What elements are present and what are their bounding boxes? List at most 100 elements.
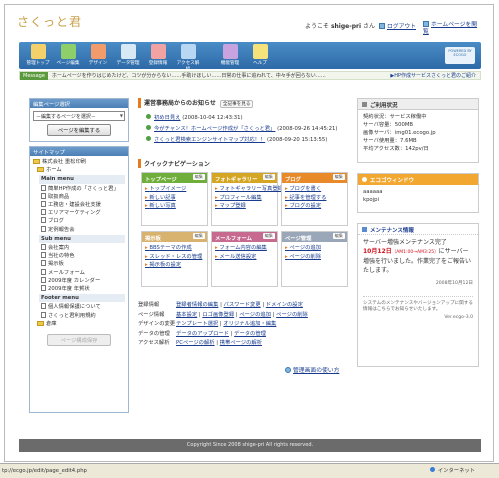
qnav-edit-button[interactable]: 編集 [332,233,345,239]
qnav-edit-button[interactable]: 編集 [262,174,275,180]
message-label: Message [20,72,48,80]
qnav-link[interactable]: 新しい記事 [145,194,204,203]
menu-access[interactable]: アクセス解析 [175,44,201,72]
settings-link[interactable]: パスワード変更 [224,302,261,308]
settings-link[interactable]: ページの削除 [276,312,308,318]
qnav-link[interactable]: プロフィール編集 [215,194,274,203]
settings-link[interactable]: 登録者情報の編集 [176,302,218,308]
tree-page-item[interactable]: 取扱商品 [33,192,125,201]
notice-item[interactable]: 今がチャンス！ホームページ作成が「さくっと君」 (2008-09-26 14:4… [146,124,337,132]
qnav-edit-button[interactable]: 編集 [192,174,205,180]
tree-page-item[interactable]: エリアマーケティング [33,209,125,217]
menu-page-edit[interactable]: ページ編集 [55,44,81,66]
logout-icon [379,23,385,29]
contract-line: 契約状況：サービス稼働中 [363,114,427,120]
settings-link[interactable]: ページの追加 [239,312,271,318]
menu-data[interactable]: データ管理 [115,44,141,66]
home-node[interactable]: ホーム [33,166,125,174]
page-icon [41,217,46,224]
logout-link[interactable]: ログアウト [379,21,416,30]
qnav-link[interactable]: ブログを書く [285,185,344,194]
settings-link[interactable]: オリジナル追加・編集 [223,321,276,327]
settings-link[interactable]: 携帯ページの解析 [220,340,262,346]
tree-page-item[interactable]: 会社案内 [33,244,125,252]
qnav-link[interactable]: ページの追加 [285,244,344,253]
tree-page-item[interactable]: メールフォーム [33,268,125,277]
tree-page-item[interactable]: ブログ [33,217,125,225]
settings-link[interactable]: データの管理 [234,331,266,337]
settings-link[interactable]: データのアップロード [176,331,229,337]
qnav-header: フォトギャラリー 編集 [212,173,277,183]
notices-all-link[interactable]: 全記事を見る [219,100,254,108]
page-icon [41,201,46,208]
qnav-link[interactable]: 記事を管理する [285,194,344,203]
menu-registration[interactable]: 登録情報 [145,44,171,66]
tree-page-item[interactable]: 掲示板 [33,260,125,268]
folder-icon [33,159,40,164]
qnav-link[interactable]: メール送信設定 [215,253,274,262]
save-structure-button[interactable]: ページ構成保存 [47,334,111,347]
settings-link[interactable]: PCページの解析 [176,340,215,346]
tree-page-item[interactable]: 2009年度 年賀状 [33,285,125,293]
folder-icon [37,167,44,173]
tree-page-item[interactable]: 簡単HP作成の「さくっと君」 [33,184,125,193]
page-select[interactable]: －編集するページを選択－ [33,111,125,121]
qnav-link[interactable]: スレッド・レスの管理 [145,253,204,262]
menu-dashboard[interactable]: 管理トップ [25,44,51,66]
qnav-link[interactable]: トップイメージ [145,185,204,194]
qnav-edit-button[interactable]: 編集 [192,233,205,239]
page-icon [41,268,46,275]
message-text: ホームページを作りはじめたけど、コツが分からない……手助けほしい……日常の仕事に… [51,73,326,79]
menu-functions[interactable]: 機能管理 [217,44,243,66]
browser-status-bar: tp://ecgo.jp/edit/page_edit4.php インターネット [0,463,499,478]
browser-page: さくっと君 ようこそ shige-pri さん ログアウト ホームページを閲覧 … [4,4,494,462]
qnav-link[interactable]: BBSテーマの作成 [145,244,204,253]
qnav-top-page: トップページ編集 トップイメージ新しい記事新しい写真 [141,172,208,226]
tree-page-item[interactable]: さくっと君利用規約 [33,311,125,320]
page-icon [41,252,46,259]
help-icon [252,44,268,59]
settings-link[interactable]: ドメインの設定 [266,302,303,308]
edit-select-panel: 編集ページ選択 －編集するページを選択－ ページを編集する [29,98,129,142]
notice-item[interactable]: 初め日見え (2008-10-04 12:43:31) [146,113,243,121]
registration-icon [150,44,166,59]
help-usage-link[interactable]: 管理画面の使い方 [285,365,339,374]
settings-link[interactable]: ロゴ画像登録 [202,312,234,318]
settings-link[interactable]: 基本設定 [176,312,197,318]
edit-page-button[interactable]: ページを編集する [47,124,111,136]
qnav-link[interactable]: 掲示板の設定 [145,261,204,270]
message-more-link[interactable]: ▶HP作成サービスさくっと君のご紹介 [390,72,476,80]
notice-item[interactable]: さくっと君検索エンジンサイトマップ対応！！ (2008-09-20 15:13:… [146,135,327,143]
view-homepage-link[interactable]: ホームページを閲覧 [423,21,479,36]
menu-help[interactable]: ヘルプ [247,44,273,66]
sitemap-panel: サイトマップ 株式会社 重松印刷 ホーム Main menu 簡単HP作成の「さ… [29,146,129,413]
dashboard-icon [30,44,46,59]
qnav-link[interactable]: ページの削除 [285,253,344,262]
qnav-photo-gallery: フォトギャラリー編集 フォトギャラリー写真登録プロフィール編集マップ登録 [211,172,283,226]
tree-page-item[interactable]: 当社の特色 [33,252,125,260]
access-icon [180,44,196,59]
qnav-link[interactable]: 新しい写真 [145,202,204,211]
qnav-link[interactable]: ブログの設定 [285,202,344,211]
maintenance-body: 10月12日（AM1:00→AM3:25）にサーバー増強を行いました。作業完了を… [363,248,472,274]
tree-page-item[interactable]: 定例報告会 [33,225,125,234]
warehouse-node[interactable]: 倉庫 [33,320,125,328]
settings-row: ページ情報 基本設定 | ロゴ画像登録 | ページの追加 | ページの削除 [138,311,308,318]
qnav-edit-button[interactable]: 編集 [332,174,345,180]
quicknav-title: クイックナビゲーション [138,159,210,168]
settings-link[interactable]: テンプレート選択 [176,321,218,327]
ecogo-window-panel: エコゴウィンドウ aaaaaa kpojpi [357,173,479,213]
contract-line: 画像サーバ：img01.ecogo.jp [363,130,436,136]
qnav-link[interactable]: フォーム内容の編集 [215,244,274,253]
company-node[interactable]: 株式会社 重松印刷 [33,158,125,166]
qnav-edit-button[interactable]: 編集 [262,233,275,239]
menu-design[interactable]: デザイン [85,44,111,66]
qnav-link[interactable]: マップ登録 [215,202,274,211]
tree-page-item[interactable]: 2009年度 カレンダー [33,276,125,285]
tree-page-item[interactable]: 個人情報保護について [33,303,125,311]
qnav-mail-form: メールフォーム編集 フォーム内容の編集メール送信設定 [211,231,278,287]
page-icon [41,276,46,283]
tree-page-item[interactable]: 工務店・建設会社支援 [33,201,125,209]
contract-panel: ご利用状況 契約状況：サービス稼働中 サーバ容量：500MB 画像サーバ：img… [357,98,479,163]
qnav-link[interactable]: フォトギャラリー写真登録 [215,185,283,194]
